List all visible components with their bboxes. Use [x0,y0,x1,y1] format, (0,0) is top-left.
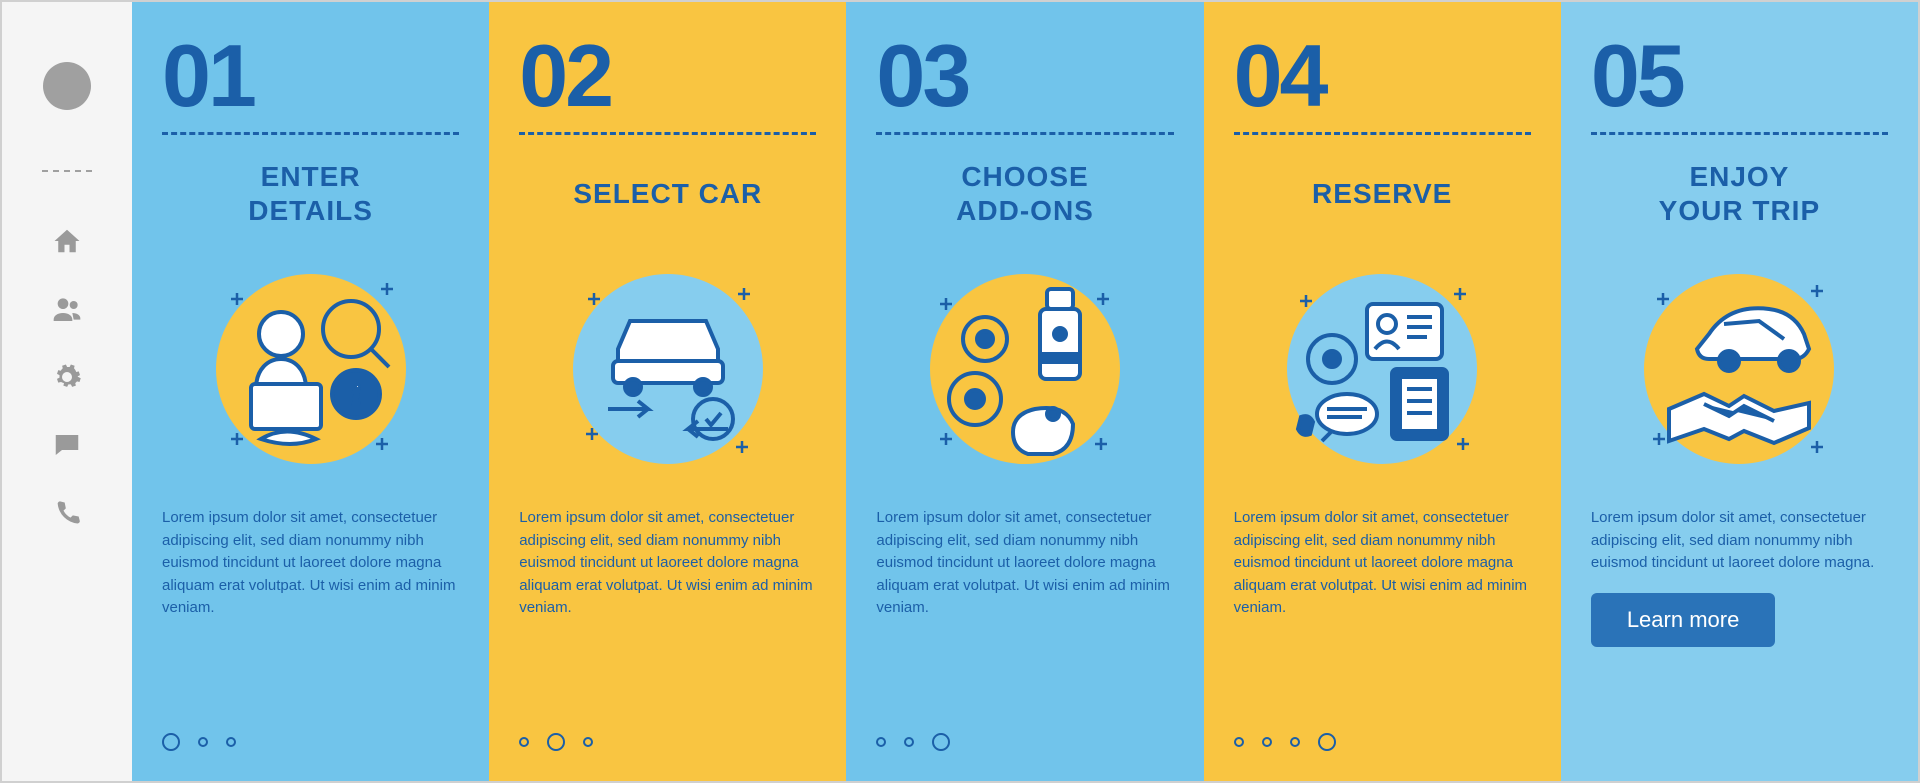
steps-container: 01 ENTER DETAILS i Lorem ipsum dolor sit [132,2,1918,781]
divider [162,132,459,135]
onboarding-frame: 01 ENTER DETAILS i Lorem ipsum dolor sit [0,0,1920,783]
step-description: Lorem ipsum dolor sit amet, consectetuer… [162,507,459,620]
step-description: Lorem ipsum dolor sit amet, consectetuer… [519,507,816,620]
gear-icon[interactable] [48,358,86,396]
step-number: 05 [1591,32,1888,120]
sidebar-divider [42,170,92,172]
page-dots [1234,709,1531,751]
step-panel-05: 05 ENJOY YOUR TRIP Lorem ipsum dolor sit… [1561,2,1918,781]
divider [876,132,1173,135]
users-icon[interactable] [48,290,86,328]
step-number: 03 [876,32,1173,120]
divider [1234,132,1531,135]
step-description: Lorem ipsum dolor sit amet, consectetuer… [1591,507,1888,575]
step-number: 01 [162,32,459,120]
logo-placeholder [43,62,91,110]
handshake-car-icon [1591,249,1888,489]
reserve-icon [1234,249,1531,489]
user-search-icon: i [162,249,459,489]
home-icon[interactable] [48,222,86,260]
phone-icon[interactable] [48,494,86,532]
step-title: RESERVE [1234,159,1531,229]
page-dots [162,709,459,751]
step-title: SELECT CAR [519,159,816,229]
step-number: 04 [1234,32,1531,120]
step-panel-04: 04 RESERVE Lorem ipsum dolor sit amet, c [1204,2,1561,781]
step-title: CHOOSE ADD-ONS [876,159,1173,229]
step-description: Lorem ipsum dolor sit amet, consectetuer… [876,507,1173,620]
divider [519,132,816,135]
sidebar [2,2,132,781]
step-panel-03: 03 CHOOSE ADD-ONS Lorem ipsum dolor sit … [846,2,1203,781]
chat-icon[interactable] [48,426,86,464]
learn-more-button[interactable]: Learn more [1591,593,1776,647]
step-number: 02 [519,32,816,120]
addons-icon [876,249,1173,489]
divider [1591,132,1888,135]
step-panel-01: 01 ENTER DETAILS i Lorem ipsum dolor sit [132,2,489,781]
step-title: ENTER DETAILS [162,159,459,229]
page-dots [876,709,1173,751]
page-dots [519,709,816,751]
step-description: Lorem ipsum dolor sit amet, consectetuer… [1234,507,1531,620]
svg-text:i: i [352,380,360,411]
step-title: ENJOY YOUR TRIP [1591,159,1888,229]
car-select-icon [519,249,816,489]
step-panel-02: 02 SELECT CAR Lorem ipsum dolor sit amet… [489,2,846,781]
